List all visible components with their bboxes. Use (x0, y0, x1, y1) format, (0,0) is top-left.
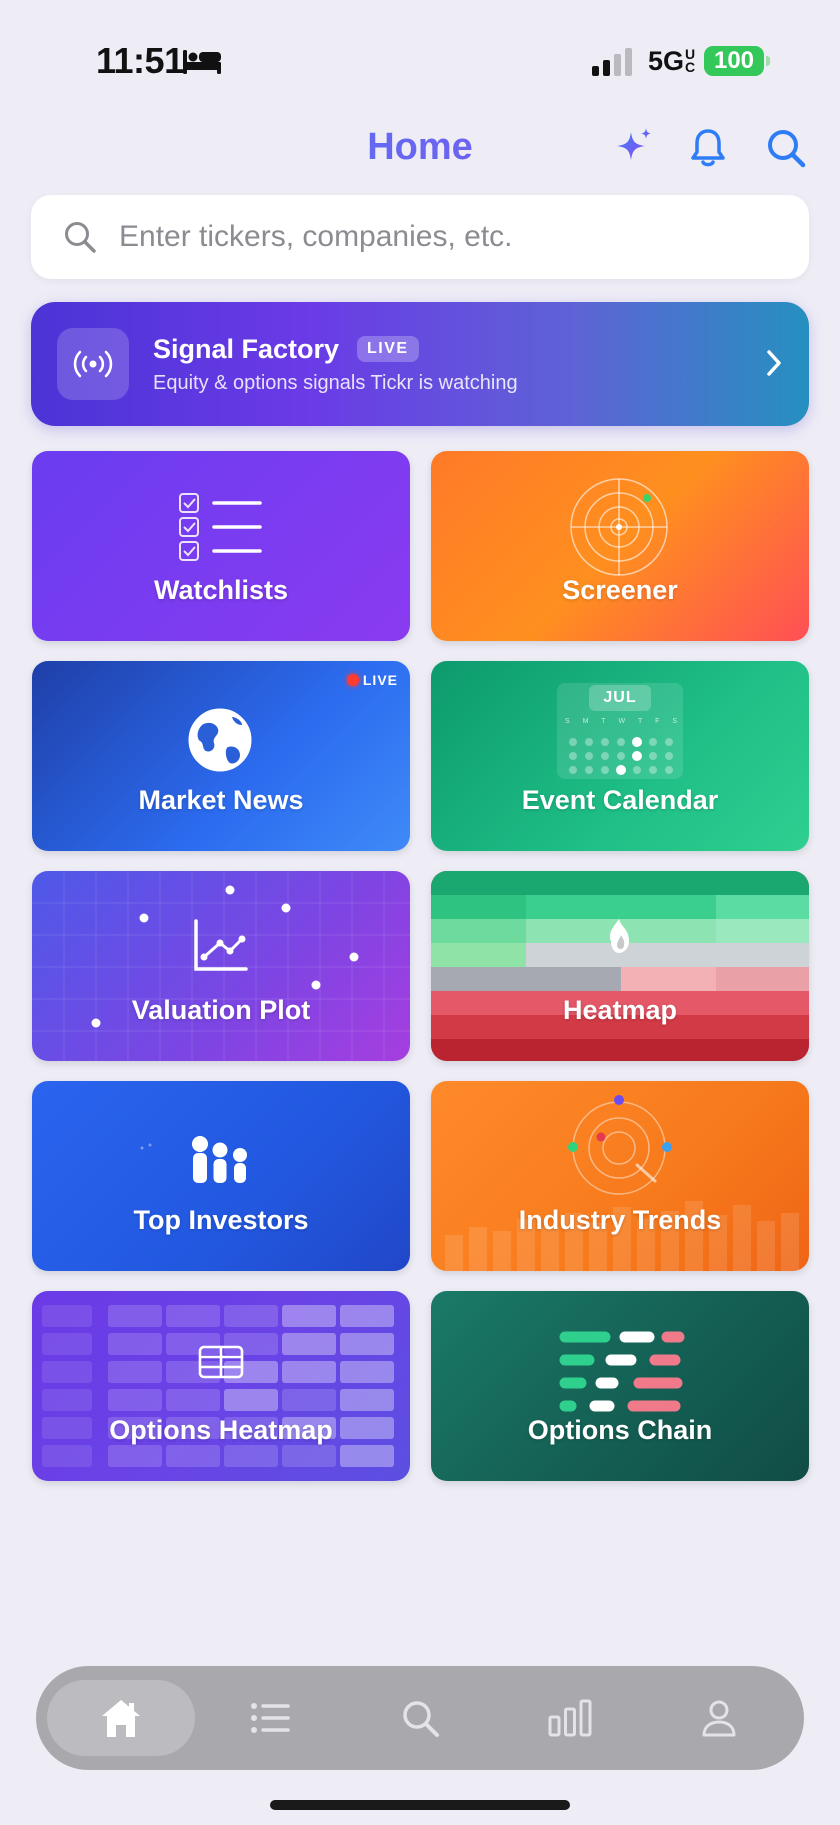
weekday: M (582, 718, 589, 725)
scatter-plot-icon (32, 871, 410, 1061)
signal-factory-subtitle: Equity & options signals Tickr is watchi… (153, 372, 518, 394)
tile-label: Screener (562, 575, 678, 605)
broadcast-icon (57, 328, 129, 400)
calendar-month: JUL (603, 689, 637, 706)
cellular-signal-icon (592, 46, 632, 76)
tile-label: Options Chain (527, 1415, 713, 1445)
tile-label: Watchlists (153, 575, 289, 605)
search-button[interactable] (762, 124, 810, 172)
tile-label: Event Calendar (521, 785, 719, 815)
tab-watchlist[interactable] (196, 1680, 344, 1756)
live-badge: LIVE (357, 336, 419, 362)
tile-heatmap[interactable]: Heatmap (431, 871, 809, 1061)
search-input[interactable] (119, 220, 759, 254)
home-indicator (270, 1800, 570, 1810)
trends-orbit-icon (445, 1095, 799, 1271)
status-bar: 11:51 5GU C 100 (0, 0, 840, 110)
heatmap-grid (431, 871, 809, 1061)
bar-chart-icon (548, 1699, 592, 1737)
tab-markets[interactable] (496, 1680, 644, 1756)
magnifier-icon (65, 222, 96, 253)
radar-icon (570, 478, 668, 576)
weekday: F (655, 718, 660, 725)
globe-icon (188, 708, 252, 772)
tile-options-chain[interactable]: Options Chain (431, 1291, 809, 1481)
house-icon (101, 1700, 140, 1737)
tile-label: Valuation Plot (131, 995, 311, 1025)
weekday: T (637, 718, 643, 725)
sparkle-icon (617, 128, 651, 160)
options-grid (42, 1305, 394, 1467)
checklist-icon (179, 493, 262, 561)
tile-options-heatmap[interactable]: Options Heatmap (32, 1291, 410, 1481)
weekday: S (565, 718, 570, 725)
weekday: S (672, 718, 677, 725)
tile-label: Options Heatmap (109, 1415, 333, 1445)
network-type: 5GU C (648, 46, 696, 76)
weekday: W (618, 718, 626, 725)
person-icon (702, 1700, 736, 1737)
tile-label: Market News (138, 785, 304, 815)
tile-label: Industry Trends (518, 1205, 722, 1235)
tile-valuation-plot[interactable]: Valuation Plot (32, 871, 410, 1061)
tile-label: Top Investors (133, 1205, 309, 1235)
tile-label: Heatmap (562, 995, 678, 1025)
tab-home[interactable] (46, 1680, 195, 1756)
sleep-focus-icon (183, 50, 221, 74)
battery-indicator: 100 (704, 46, 770, 76)
bell-icon (691, 129, 725, 167)
search-icon (768, 130, 806, 168)
magnifier-icon (403, 1701, 439, 1737)
tile-industry-trends[interactable]: Industry Trends (431, 1081, 809, 1271)
tab-bar (36, 1666, 804, 1770)
weekday: T (601, 718, 606, 725)
status-time: 11:51 (96, 40, 184, 81)
ai-sparkle-button[interactable] (609, 124, 657, 172)
options-chain-icon (559, 1331, 685, 1412)
investors-icon (140, 1136, 247, 1183)
tile-top-investors[interactable]: Top Investors (32, 1081, 410, 1271)
tab-search[interactable] (346, 1680, 494, 1756)
tile-market-news[interactable]: LIVE Market News (32, 661, 410, 851)
list-icon (251, 1703, 291, 1733)
notifications-button[interactable] (684, 124, 732, 172)
chevron-right-icon (767, 350, 781, 376)
signal-factory-banner[interactable]: Signal Factory LIVE Equity & options sig… (31, 302, 809, 426)
search-bar[interactable] (31, 195, 809, 279)
tab-profile[interactable] (645, 1680, 793, 1756)
tile-event-calendar[interactable]: JUL S M T W T F S Event Calendar (431, 661, 809, 851)
calendar-weekdays: S M T W T F S (565, 718, 677, 725)
tile-screener[interactable]: Screener (431, 451, 809, 641)
signal-factory-title: Signal Factory (153, 334, 340, 364)
tile-watchlists[interactable]: Watchlists (32, 451, 410, 641)
